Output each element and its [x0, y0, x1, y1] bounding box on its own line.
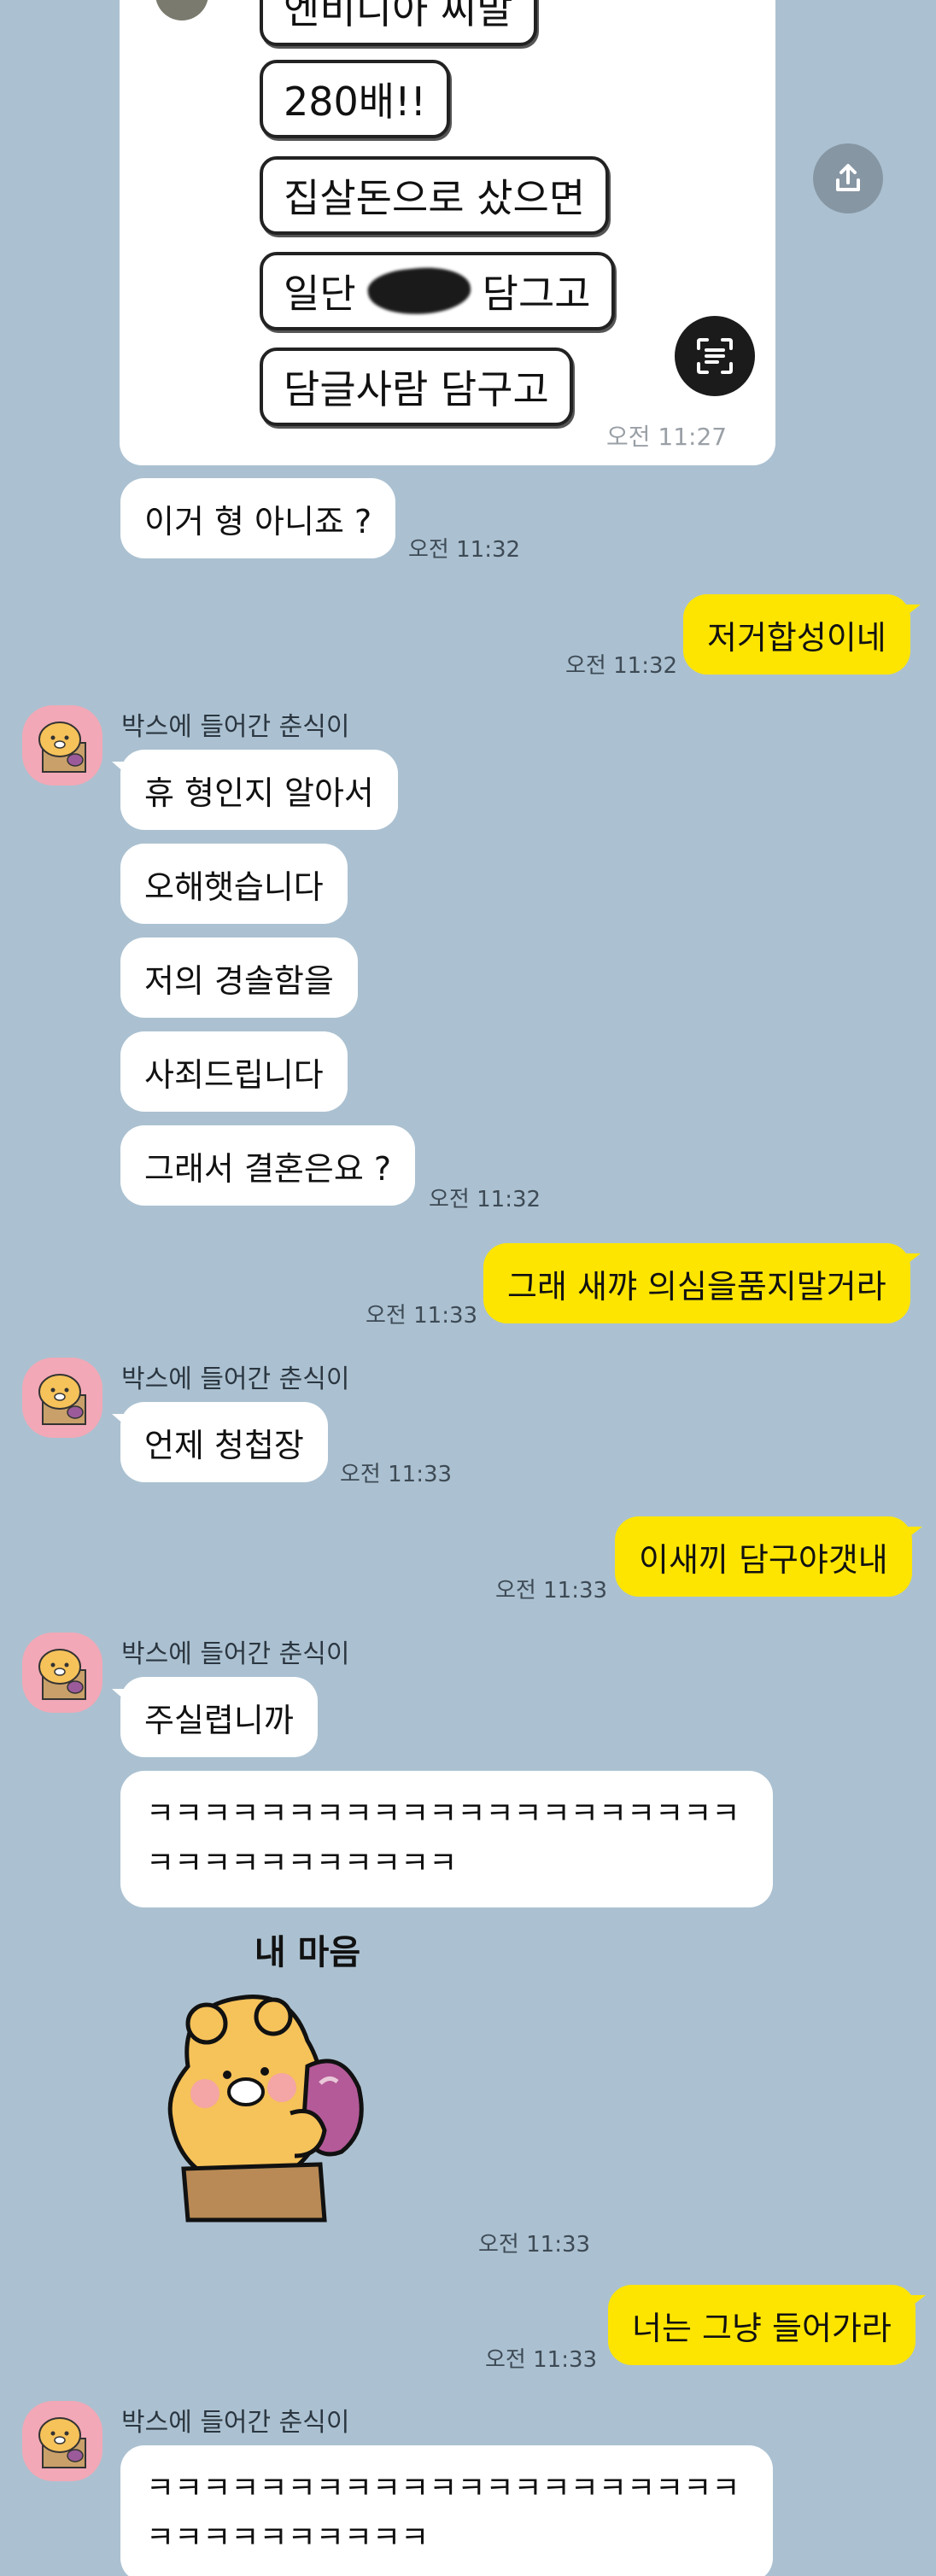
message-incoming[interactable]: 저의 경솔함을: [120, 938, 358, 1018]
image-line-2: 280배!!: [260, 60, 451, 138]
ryan-character-avatar[interactable]: [22, 705, 102, 786]
image-line-4-b: 담그고: [482, 271, 591, 317]
message-outgoing[interactable]: 너는 그냥 들어가라: [608, 2285, 926, 2365]
message-incoming[interactable]: 오해햇습니다: [120, 844, 348, 924]
image-line-5: 담글사람 담구고: [260, 348, 573, 426]
image-line-3: 집살돈으로 샀으면: [260, 156, 610, 235]
message-incoming[interactable]: 언제 청첩장: [112, 1402, 328, 1482]
message-time: 오전 11:33: [495, 1578, 608, 1603]
message-time: 오전 11:33: [478, 2232, 591, 2258]
message-incoming[interactable]: 이거 형 아니죠 ?: [120, 478, 396, 558]
message-incoming-long[interactable]: ㅋㅋㅋㅋㅋㅋㅋㅋㅋㅋㅋㅋㅋㅋㅋㅋㅋㅋㅋㅋㅋㅋㅋㅋㅋㅋㅋㅋㅋㅋㅋ: [120, 2445, 773, 2576]
message-time: 오전 11:33: [340, 1462, 453, 1487]
forwarded-image[interactable]: 엔비디아 씨발 280배!! 집살돈으로 샀으면 일단 담그고 담글사람 담구고…: [120, 0, 775, 465]
sender-name: 박스에 들어간 춘식이: [121, 1639, 350, 1669]
image-time: 오전 11:27: [606, 423, 728, 451]
message-incoming-long[interactable]: ㅋㅋㅋㅋㅋㅋㅋㅋㅋㅋㅋㅋㅋㅋㅋㅋㅋㅋㅋㅋㅋㅋㅋㅋㅋㅋㅋㅋㅋㅋㅋㅋ: [120, 1771, 773, 1907]
sender-name: 박스에 들어간 춘식이: [121, 712, 350, 742]
message-incoming[interactable]: 그래서 결혼은요 ?: [120, 1125, 416, 1206]
ryan-sweet-potato-sticker[interactable]: 내 마음: [145, 1913, 436, 2228]
sender-name: 박스에 들어간 춘식이: [121, 1364, 350, 1394]
message-time: 오전 11:33: [485, 2347, 598, 2373]
message-incoming[interactable]: 사죄드립니다: [120, 1031, 348, 1112]
ryan-character-avatar[interactable]: [22, 2401, 102, 2481]
sender-name: 박스에 들어간 춘식이: [121, 2408, 350, 2438]
share-upload-icon[interactable]: [813, 143, 883, 213]
message-incoming[interactable]: 휴 형인지 알아서: [112, 750, 398, 830]
sticker-caption: 내 마음: [254, 1933, 360, 1972]
message-incoming[interactable]: 주실렵니까: [112, 1677, 318, 1757]
image-avatar: [155, 0, 208, 20]
image-line-4-a: 일단: [284, 271, 356, 317]
message-outgoing[interactable]: 그래 새꺄 의심을품지말거라: [483, 1243, 921, 1323]
image-line-4: 일단 담그고: [260, 252, 615, 330]
ryan-character-avatar[interactable]: [22, 1633, 102, 1713]
message-outgoing[interactable]: 저거합성이네: [683, 594, 921, 675]
message-time: 오전 11:32: [565, 653, 678, 679]
message-time: 오전 11:32: [429, 1187, 541, 1212]
message-time: 오전 11:32: [408, 537, 521, 563]
text-scan-icon[interactable]: [675, 316, 755, 396]
message-outgoing[interactable]: 이새끼 담구야갯내: [615, 1516, 922, 1597]
image-line-1: 엔비디아 씨발: [260, 0, 537, 46]
censor-scribble: [366, 262, 473, 320]
ryan-character-avatar[interactable]: [22, 1358, 102, 1438]
message-time: 오전 11:33: [366, 1303, 478, 1329]
